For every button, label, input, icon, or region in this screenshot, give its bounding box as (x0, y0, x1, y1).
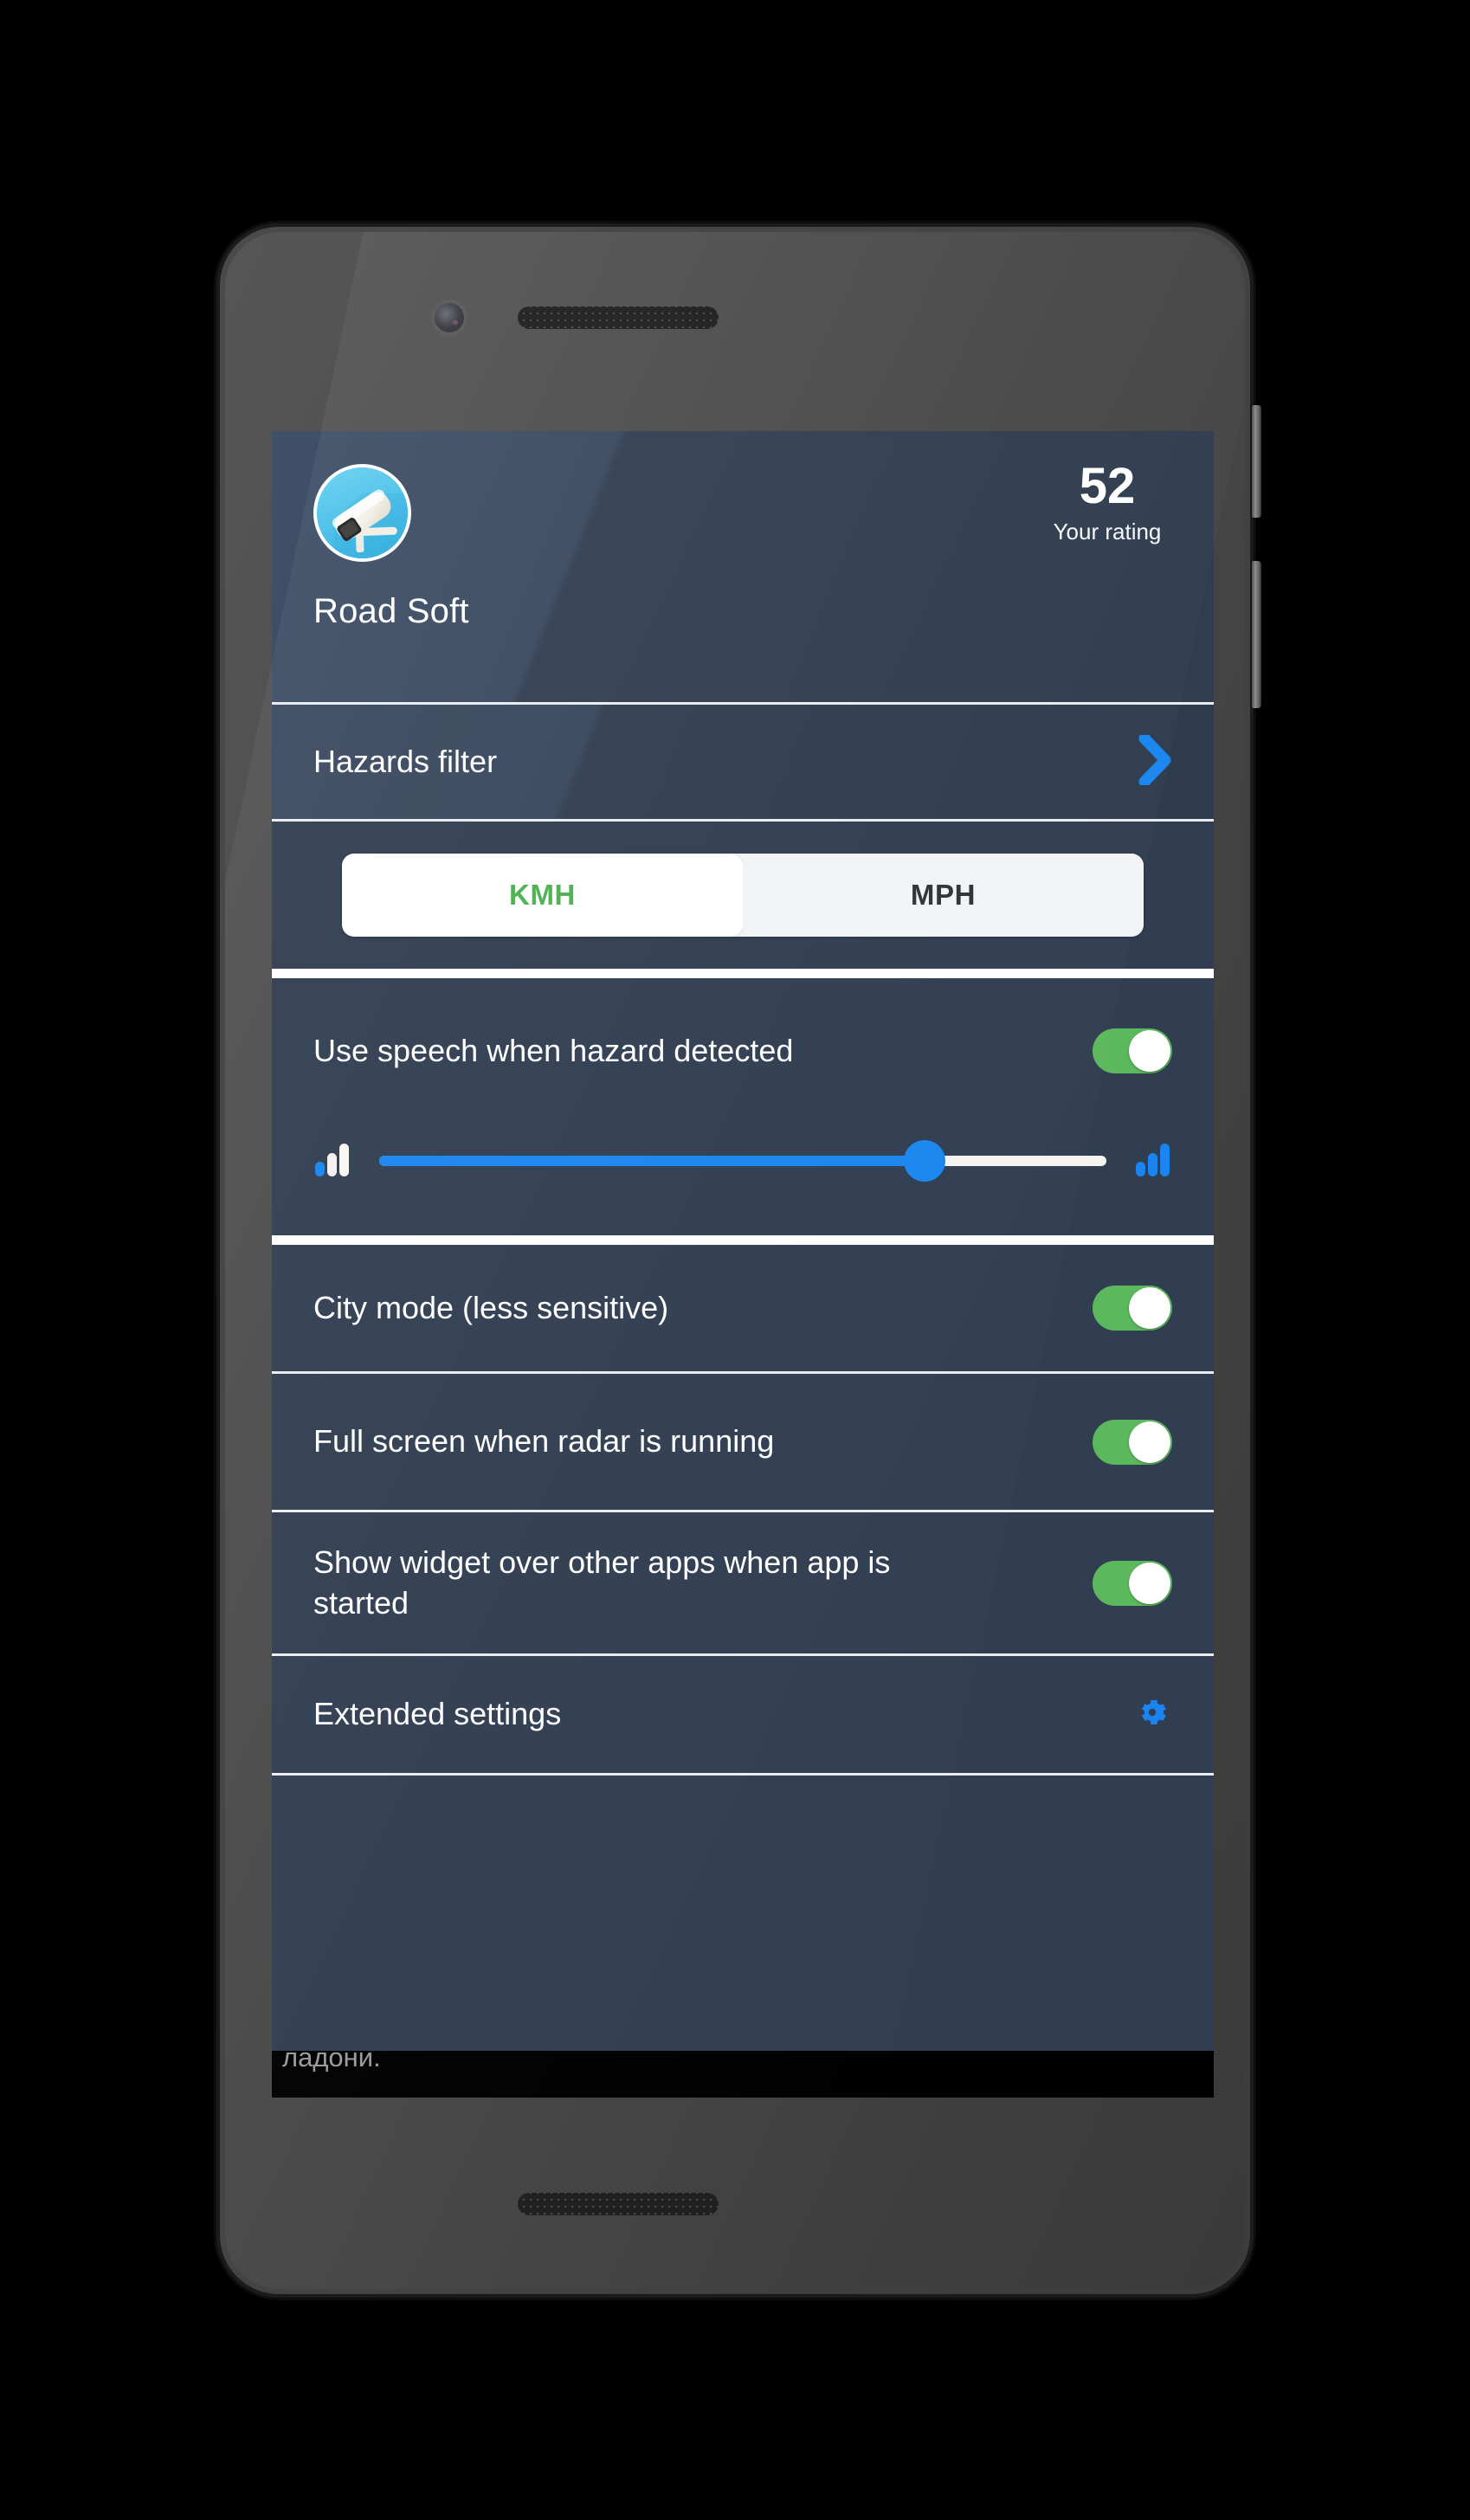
hazards-filter-label: Hazards filter (313, 743, 498, 779)
phone-bezel: Road Soft 52 Your rating Hazards filter (225, 232, 1245, 2289)
segment-option-kmh[interactable]: KMH (342, 854, 743, 937)
row-show-widget[interactable]: Show widget over other apps when app is … (272, 1512, 1214, 1653)
use-speech-toggle[interactable] (1093, 1028, 1172, 1073)
speaker-bottom (518, 2193, 719, 2215)
volume-slider-row[interactable] (272, 1108, 1214, 1235)
volume-slider-fill (379, 1155, 925, 1166)
toggle-knob (1129, 1421, 1170, 1463)
toggle-knob (1129, 1030, 1170, 1072)
rating-value: 52 (1079, 458, 1136, 514)
toggle-knob (1129, 1562, 1170, 1604)
volume-slider-thumb[interactable] (904, 1139, 945, 1182)
full-screen-toggle[interactable] (1093, 1419, 1172, 1465)
full-screen-label: Full screen when radar is running (313, 1423, 775, 1460)
use-speech-label: Use speech when hazard detected (313, 1032, 794, 1068)
row-hazards-filter[interactable]: Hazards filter (272, 705, 1214, 819)
phone-screen: Road Soft 52 Your rating Hazards filter (272, 431, 1214, 2098)
rating-block: 52 Your rating (1042, 458, 1172, 545)
background-text: ладони. (282, 2051, 381, 2072)
earpiece-speaker-top (518, 306, 719, 329)
extended-settings-label: Extended settings (313, 1696, 562, 1732)
power-button[interactable] (1252, 405, 1261, 518)
chevron-right-icon[interactable] (1138, 732, 1172, 790)
divider (272, 1773, 1214, 1776)
app-header: Road Soft 52 Your rating (272, 431, 1214, 702)
row-full-screen[interactable]: Full screen when radar is running (272, 1374, 1214, 1510)
volume-button[interactable] (1252, 561, 1261, 708)
section-divider (272, 969, 1214, 978)
app-title: Road Soft (313, 592, 469, 630)
section-divider (272, 1235, 1214, 1245)
row-city-mode[interactable]: City mode (less sensitive) (272, 1245, 1214, 1371)
phone-device-frame: Road Soft 52 Your rating Hazards filter (216, 223, 1261, 2298)
row-use-speech[interactable]: Use speech when hazard detected (272, 978, 1214, 1108)
volume-low-icon (312, 1138, 353, 1183)
gear-icon[interactable] (1132, 1692, 1172, 1737)
background-app-text: ладони. (272, 2051, 1214, 2098)
speed-camera-icon (313, 464, 411, 562)
segment-option-mph[interactable]: MPH (743, 854, 1144, 937)
show-widget-label: Show widget over other apps when app is … (313, 1544, 891, 1621)
units-segment-container: KMH MPH (272, 822, 1214, 969)
speech-section: Use speech when hazard detected (272, 978, 1214, 1235)
rating-label: Your rating (1053, 518, 1162, 545)
row-extended-settings[interactable]: Extended settings (272, 1656, 1214, 1773)
front-camera-icon (435, 303, 464, 332)
road-soft-app: Road Soft 52 Your rating Hazards filter (272, 431, 1214, 2051)
volume-high-icon (1132, 1138, 1174, 1183)
show-widget-toggle[interactable] (1093, 1560, 1172, 1606)
units-segmented-control[interactable]: KMH MPH (342, 854, 1144, 937)
city-mode-label: City mode (less sensitive) (313, 1289, 669, 1325)
toggle-knob (1129, 1287, 1170, 1329)
city-mode-toggle[interactable] (1093, 1286, 1172, 1331)
volume-slider-track[interactable] (379, 1139, 1106, 1182)
